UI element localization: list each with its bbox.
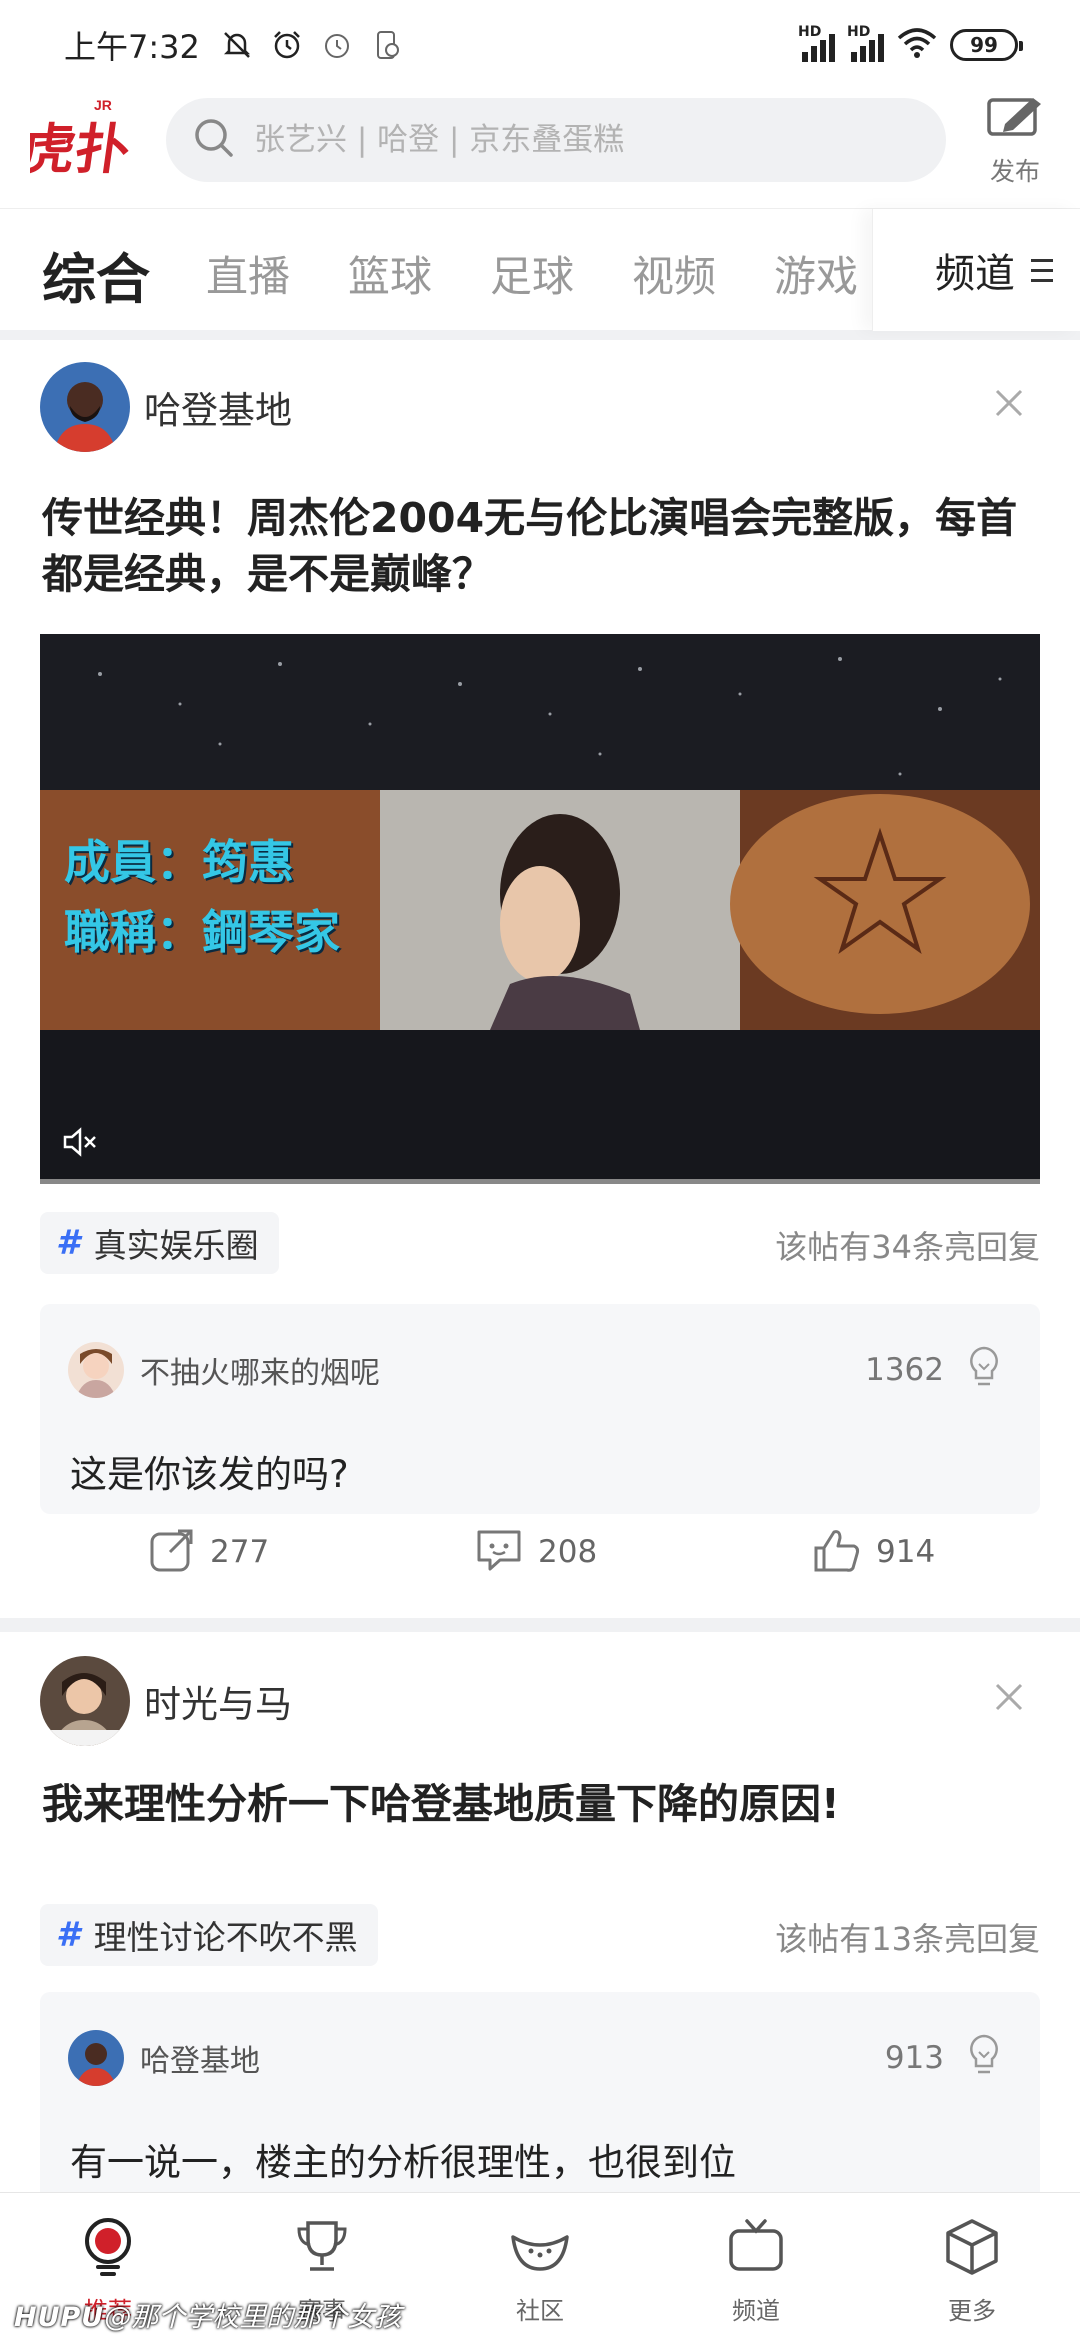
lightbulb-icon[interactable] (964, 2032, 1004, 2080)
hd-label: HD (798, 24, 822, 40)
video-player[interactable]: 成員：筠惠 職稱：鋼琴家 (40, 634, 1040, 1184)
close-icon[interactable] (994, 388, 1024, 418)
topic-hash-icon: # (56, 1915, 80, 1955)
trophy-icon (294, 2217, 350, 2281)
reply-count[interactable]: 该帖有34条亮回复 (775, 1222, 1040, 1268)
author-name[interactable]: 时光与马 (144, 1674, 292, 1728)
publish-button[interactable]: 发布 (980, 94, 1050, 188)
channel-button[interactable]: 频道 (872, 209, 1080, 331)
tab-games[interactable]: 游戏 (774, 243, 858, 304)
avatar[interactable] (40, 1656, 130, 1746)
video-progress-bar[interactable] (40, 1179, 1040, 1184)
feed-card[interactable]: 时光与马 我来理性分析一下哈登基地质量下降的原因! # 理性讨论不吹不黑 该帖有… (0, 1632, 1080, 2202)
post-title[interactable]: 我来理性分析一下哈登基地质量下降的原因! (42, 1776, 1042, 1832)
nav-label: 社区 (516, 2297, 564, 2325)
nav-community[interactable]: 社区 (480, 2217, 600, 2326)
bottom-nav: 推荐 赛事 社区 频道 更多 HUPU@那个学校里的那个女孩 (0, 2192, 1080, 2340)
recommend-icon (81, 2217, 135, 2281)
tab-live[interactable]: 直播 (206, 243, 290, 304)
nav-channel[interactable]: 频道 (696, 2217, 816, 2326)
signal-icon: HD (798, 24, 835, 62)
comment-icon (474, 1526, 524, 1578)
watermelon-icon (509, 2217, 571, 2281)
topic-hash-icon: # (56, 1223, 80, 1263)
phone-sync-icon (370, 28, 404, 62)
reply-count[interactable]: 该帖有13条亮回复 (775, 1914, 1040, 1960)
comment-button[interactable]: 208 (474, 1512, 597, 1592)
channel-label: 频道 (935, 251, 1015, 297)
wifi-icon (896, 26, 938, 64)
author-name[interactable]: 哈登基地 (144, 380, 292, 434)
svg-text:JR: JR (94, 97, 112, 113)
feed-card[interactable]: 哈登基地 传世经典！周杰伦2004无与伦比演唱会完整版，每首都是经典，是不是巅峰… (0, 340, 1080, 1618)
alarm-outline-icon (320, 28, 354, 62)
topic-label: 真实娱乐圈 (93, 1226, 259, 1265)
hot-reply-username: 哈登基地 (140, 2044, 260, 2079)
video-caption-line1: 成員：筠惠 (64, 835, 294, 889)
avatar[interactable] (40, 362, 130, 452)
watermark-brand: HUPU (14, 2302, 105, 2333)
silent-icon (220, 28, 254, 62)
app-header: JR 虎扑 发布 (0, 90, 1080, 208)
hot-reply-text: 这是你该发的吗? (70, 1453, 349, 1496)
category-tabs: 综合 直播 篮球 足球 视频 游戏 频道 (0, 208, 1080, 331)
nav-more[interactable]: 更多 (912, 2217, 1032, 2326)
topic-label: 理性讨论不吹不黑 (93, 1918, 358, 1957)
lightbulb-icon[interactable] (964, 1344, 1004, 1392)
publish-label: 发布 (989, 157, 1040, 186)
author-row[interactable]: 时光与马 (40, 1656, 292, 1746)
search-icon (192, 116, 236, 164)
topic-tag[interactable]: # 真实娱乐圈 (40, 1212, 279, 1274)
svg-text:虎扑: 虎扑 (30, 118, 134, 181)
comment-count: 208 (538, 1534, 598, 1570)
share-icon (148, 1526, 196, 1578)
avatar[interactable] (68, 2030, 124, 2086)
tv-icon (727, 2217, 785, 2281)
like-button[interactable]: 914 (812, 1512, 935, 1592)
hot-reply[interactable]: 不抽火哪来的烟呢 1362 这是你该发的吗? (40, 1304, 1040, 1514)
tab-video[interactable]: 视频 (632, 243, 716, 304)
hot-reply-like-count: 1362 (865, 1352, 944, 1388)
watermark: HUPU@那个学校里的那个女孩 (14, 2295, 401, 2334)
hupu-logo[interactable]: JR 虎扑 (17, 90, 134, 190)
share-button[interactable]: 277 (148, 1512, 269, 1592)
status-notification-icons (220, 28, 404, 62)
hot-reply-username: 不抽火哪来的烟呢 (140, 1356, 380, 1391)
nav-label: 更多 (948, 2297, 996, 2325)
thumbs-up-icon (812, 1526, 862, 1578)
action-bar: 277 208 914 (0, 1512, 1080, 1592)
tab-comprehensive[interactable]: 综合 (42, 235, 150, 314)
hot-reply-like-count: 913 (884, 2040, 944, 2076)
signal-icon-2: HD (847, 24, 884, 62)
avatar[interactable] (68, 1342, 124, 1398)
status-bar: 上午7:32 HD HD 99 (0, 0, 1080, 90)
menu-icon (1031, 258, 1053, 282)
search-bar[interactable] (166, 98, 946, 182)
hot-reply-user[interactable]: 不抽火哪来的烟呢 (68, 1342, 380, 1398)
mute-icon[interactable] (62, 1126, 98, 1162)
hot-reply-user[interactable]: 哈登基地 (68, 2030, 260, 2086)
post-title[interactable]: 传世经典！周杰伦2004无与伦比演唱会完整版，每首都是经典，是不是巅峰？ (42, 490, 1042, 602)
hd-label-2: HD (847, 24, 871, 40)
search-input[interactable] (254, 122, 894, 158)
tab-football[interactable]: 足球 (490, 243, 574, 304)
nav-label: 频道 (732, 2297, 780, 2325)
battery-indicator: 99 (950, 29, 1023, 61)
topic-tag[interactable]: # 理性讨论不吹不黑 (40, 1904, 378, 1966)
alarm-icon (270, 28, 304, 62)
compose-icon (985, 94, 1045, 144)
tab-basketball[interactable]: 篮球 (348, 243, 432, 304)
status-time: 上午7:32 (64, 28, 200, 66)
cube-icon (944, 2217, 1000, 2281)
share-count: 277 (210, 1534, 270, 1570)
hot-reply[interactable]: 哈登基地 913 有一说一，楼主的分析很理性，也很到位 (40, 1992, 1040, 2202)
hot-reply-text: 有一说一，楼主的分析很理性，也很到位 (70, 2141, 736, 2184)
author-row[interactable]: 哈登基地 (40, 362, 292, 452)
watermark-text: @那个学校里的那个女孩 (104, 2302, 402, 2333)
like-count: 914 (876, 1534, 936, 1570)
video-caption-line2: 職稱：鋼琴家 (64, 905, 340, 959)
close-icon[interactable] (994, 1682, 1024, 1712)
